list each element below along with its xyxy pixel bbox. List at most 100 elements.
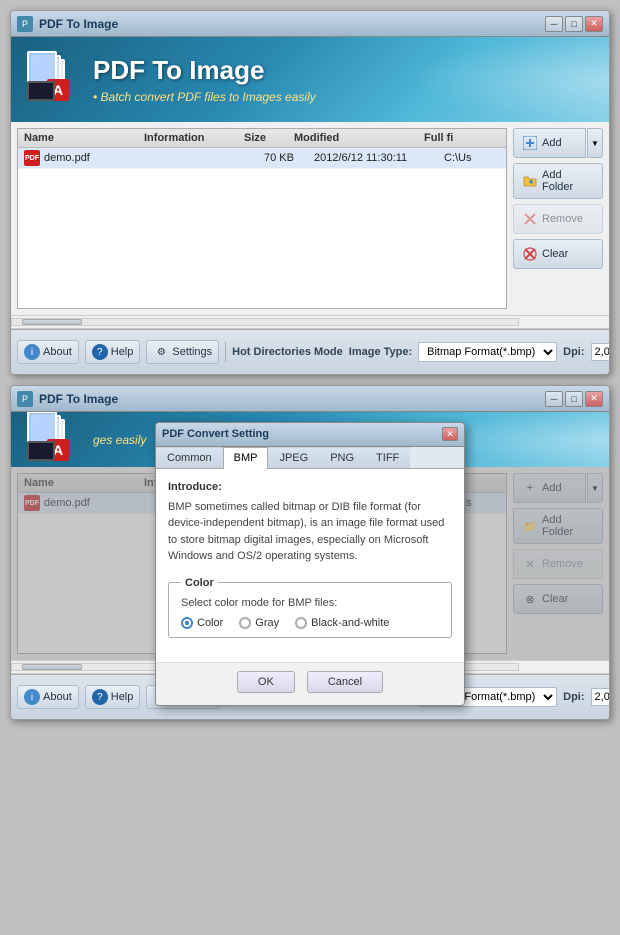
file-modified: 2012/6/12 11:30:11: [314, 152, 444, 164]
color-radio-group: Color Gray Black-and-white: [181, 617, 439, 629]
dialog-title: PDF Convert Setting: [162, 428, 442, 440]
clear-label: Clear: [542, 248, 568, 260]
add-button-wrapper: Add ▼: [513, 128, 603, 158]
col-info-header: Information: [144, 132, 244, 144]
tab-png-label: PNG: [330, 452, 354, 464]
add-button[interactable]: Add: [513, 128, 586, 158]
screen-logo-icon-2: [27, 441, 55, 461]
dialog-cancel-button[interactable]: Cancel: [307, 671, 383, 693]
toolbar-sep-1: [225, 342, 226, 362]
bottom-toolbar-1: i About ? Help ⚙ Settings Hot Directorie…: [11, 329, 609, 374]
dpi-label-2: Dpi:: [563, 691, 584, 703]
app-icon-1: P: [17, 16, 33, 32]
hot-directories-label: Hot Directories Mode: [232, 346, 343, 358]
radio-gray[interactable]: Gray: [239, 617, 279, 629]
clear-button[interactable]: Clear: [513, 239, 603, 269]
file-list-body-1: PDF demo.pdf 70 KB 2012/6/12 11:30:11 C:…: [18, 148, 506, 308]
col-size-header: Size: [244, 132, 294, 144]
settings-label: Settings: [172, 346, 212, 358]
introduce-text: BMP sometimes called bitmap or DIB file …: [168, 499, 452, 565]
radio-color[interactable]: Color: [181, 617, 223, 629]
help-button-2[interactable]: ? Help: [85, 685, 141, 709]
add-folder-button[interactable]: Add Folder: [513, 163, 603, 199]
title-bar-1: P PDF To Image ─ □ ✕: [11, 11, 609, 37]
tab-common-label: Common: [167, 452, 212, 464]
dialog-overlay: PDF Convert Setting ✕ Common BMP JPEG: [11, 467, 609, 660]
window1: P PDF To Image ─ □ ✕ A PDF To Image • Ba…: [10, 10, 610, 375]
radio-bw[interactable]: Black-and-white: [295, 617, 389, 629]
remove-icon: [522, 211, 538, 227]
add-label: Add: [542, 137, 562, 149]
add-dropdown-button[interactable]: ▼: [587, 128, 603, 158]
tab-bmp-label: BMP: [234, 452, 258, 464]
col-name-header: Name: [24, 132, 144, 144]
radio-bw-label: Black-and-white: [311, 617, 389, 629]
close-button-2[interactable]: ✕: [585, 391, 603, 407]
radio-gray-btn[interactable]: [239, 617, 251, 629]
radio-gray-label: Gray: [255, 617, 279, 629]
about-button[interactable]: i About: [17, 340, 79, 364]
remove-button[interactable]: Remove: [513, 204, 603, 234]
app-icon-2: P: [17, 391, 33, 407]
minimize-button-2[interactable]: ─: [545, 391, 563, 407]
image-type-label-1: Image Type:: [349, 346, 412, 358]
title-bar-buttons-2: ─ □ ✕: [545, 391, 603, 407]
dpi-input-1[interactable]: [591, 343, 610, 361]
tab-png[interactable]: PNG: [319, 447, 365, 468]
main-area-2: Name Information Size Modified Full fi P…: [11, 467, 609, 660]
tab-jpeg[interactable]: JPEG: [268, 447, 319, 468]
about-label: About: [43, 346, 72, 358]
file-list-1: Name Information Size Modified Full fi P…: [17, 128, 507, 309]
pdf-file-icon: PDF: [24, 150, 40, 166]
file-name: demo.pdf: [44, 152, 164, 164]
dpi-label-1: Dpi:: [563, 346, 584, 358]
color-legend: Color: [181, 577, 218, 589]
about-label-2: About: [43, 691, 72, 703]
minimize-button-1[interactable]: ─: [545, 16, 563, 32]
dialog-tabs: Common BMP JPEG PNG TIFF: [156, 447, 464, 469]
tab-tiff[interactable]: TIFF: [365, 447, 410, 468]
help-label-2: Help: [111, 691, 134, 703]
maximize-button-1[interactable]: □: [565, 16, 583, 32]
logo-stack-2: A: [27, 412, 69, 461]
dpi-input-2[interactable]: [591, 688, 610, 706]
file-fullpath: C:\Us: [444, 152, 500, 164]
close-button-1[interactable]: ✕: [585, 16, 603, 32]
window2: P PDF To Image ─ □ ✕ A ges easily: [10, 385, 610, 720]
help-label: Help: [111, 346, 134, 358]
table-row[interactable]: PDF demo.pdf 70 KB 2012/6/12 11:30:11 C:…: [18, 148, 506, 169]
help-button[interactable]: ? Help: [85, 340, 141, 364]
main-content-1: Name Information Size Modified Full fi P…: [11, 122, 609, 315]
scrollbar-thumb-2[interactable]: [22, 664, 82, 670]
settings-icon: ⚙: [153, 344, 169, 360]
pdf-convert-dialog: PDF Convert Setting ✕ Common BMP JPEG: [155, 422, 465, 706]
about-button-2[interactable]: i About: [17, 685, 79, 709]
radio-color-btn[interactable]: [181, 617, 193, 629]
about-icon-2: i: [24, 689, 40, 705]
header-text-2: ges easily: [93, 433, 146, 447]
scrollbar-1[interactable]: [11, 315, 609, 329]
file-size: 70 KB: [264, 152, 314, 164]
dialog-ok-button[interactable]: OK: [237, 671, 295, 693]
window1-title: PDF To Image: [39, 17, 545, 31]
settings-button[interactable]: ⚙ Settings: [146, 340, 219, 364]
image-type-select-1[interactable]: Bitmap Format(*.bmp): [418, 342, 557, 362]
sidebar-buttons-1: Add ▼ Add Folder Remove Clear: [513, 128, 603, 309]
header-logo-2: A: [23, 412, 83, 467]
header-subtitle-2: ges easily: [93, 433, 146, 447]
color-label: Select color mode for BMP files:: [181, 597, 439, 609]
about-icon: i: [24, 344, 40, 360]
dialog-close-button[interactable]: ✕: [442, 427, 458, 441]
title-bar-2: P PDF To Image ─ □ ✕: [11, 386, 609, 412]
tab-tiff-label: TIFF: [376, 452, 399, 464]
tab-bmp[interactable]: BMP: [223, 447, 269, 469]
tab-common[interactable]: Common: [156, 447, 223, 468]
radio-bw-btn[interactable]: [295, 617, 307, 629]
file-list-header-1: Name Information Size Modified Full fi: [18, 129, 506, 148]
add-folder-icon: [522, 173, 538, 189]
scrollbar-thumb-1[interactable]: [22, 319, 82, 325]
header-subtitle-1: • Batch convert PDF files to Images easi…: [93, 90, 316, 104]
maximize-button-2[interactable]: □: [565, 391, 583, 407]
help-icon-2: ?: [92, 689, 108, 705]
dialog-title-bar: PDF Convert Setting ✕: [156, 423, 464, 447]
